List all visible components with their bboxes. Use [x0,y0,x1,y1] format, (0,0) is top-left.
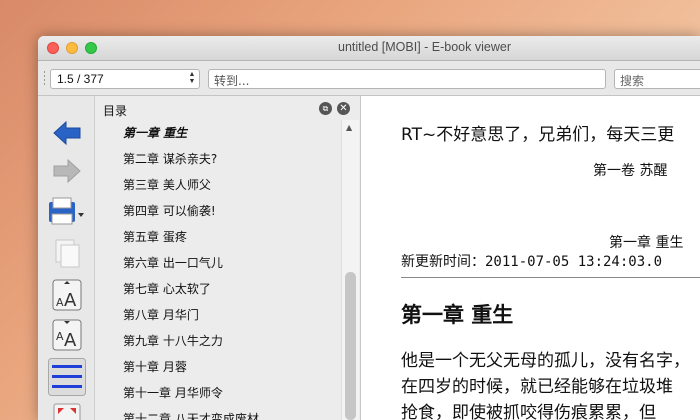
font-smaller-icon[interactable]: A A [50,318,84,352]
content-top-line: RT~不好意思了，兄弟们，每天三更 [401,125,675,145]
chapter-heading: 第一章 重生 [401,303,514,327]
close-panel-icon[interactable]: ✕ [337,102,350,115]
toc-list: 第一章 重生 第二章 谋杀亲夫? 第三章 美人师父 第四章 可以偷袭! 第五章 … [95,120,341,420]
copy-icon[interactable] [50,236,84,270]
toc-title: 目录 [103,104,128,118]
window-title: untitled [MOBI] - E-book viewer [338,40,511,54]
float-panel-icon[interactable]: ⧉ [319,102,332,115]
toc-panel: 目录 ⧉ ✕ 第一章 重生 第二章 谋杀亲夫? 第三章 美人师父 第四章 可以偷… [95,96,361,420]
toc-item[interactable]: 第七章 心太软了 [95,276,341,302]
title-bar: untitled [MOBI] - E-book viewer [38,36,700,61]
paragraph-line: 他是一个无父无母的孤儿，没有名字， [401,351,690,371]
toc-lines-icon[interactable] [48,358,86,396]
page-stepper-icon[interactable]: ▲ ▼ [186,71,198,87]
font-larger-icon[interactable]: A A [50,278,84,312]
page-number-value: 1.5 / 377 [57,72,104,86]
toc-item[interactable]: 第十二章 八天才变成废材 [95,406,341,420]
toc-item[interactable]: 第十一章 月华师令 [95,380,341,406]
svg-text:A: A [56,296,64,309]
toc-item[interactable]: 第五章 蛋疼 [95,224,341,250]
toolbar-grip-icon[interactable] [43,70,46,86]
update-time-line: 新更新时间：2011-07-05 13:24:03.0 [401,254,663,270]
toc-item[interactable]: 第一章 重生 [95,120,341,146]
scroll-up-icon[interactable]: ▲ [346,123,352,132]
divider [401,277,700,278]
back-arrow-icon[interactable] [50,116,84,150]
toc-item[interactable]: 第三章 美人师父 [95,172,341,198]
chapter-label: 第一章 重生 [609,235,684,251]
minimize-window-button[interactable] [66,42,78,54]
paragraph-line: 抢食，即使被抓咬得伤痕累累，但 [401,403,656,420]
toc-item[interactable]: 第四章 可以偷袭! [95,198,341,224]
paragraph-line: 在四岁的时候，就已经能够在垃圾堆 [401,377,673,397]
page-number-spinbox[interactable]: 1.5 / 377 ▲ ▼ [50,69,200,89]
print-icon[interactable] [46,196,86,230]
maximize-window-button[interactable] [85,42,97,54]
svg-text:A: A [56,330,64,343]
scrollbar-thumb[interactable] [345,272,356,420]
forward-arrow-icon[interactable] [50,154,84,188]
svg-text:A: A [64,330,77,351]
top-toolbar: 1.5 / 377 ▲ ▼ 转到... 搜索 [38,61,700,96]
left-toolbar: A A A A [38,96,95,420]
volume-title: 第一卷 苏醒 [593,163,668,179]
svg-text:A: A [64,290,77,311]
goto-input[interactable]: 转到... [208,69,606,89]
toc-item[interactable]: 第六章 出一口气儿 [95,250,341,276]
ebook-viewer-window: untitled [MOBI] - E-book viewer 1.5 / 37… [38,36,700,420]
toc-item[interactable]: 第九章 十八牛之力 [95,328,341,354]
fullscreen-icon[interactable] [50,402,84,420]
book-content: RT~不好意思了，兄弟们，每天三更 第一卷 苏醒 第一章 重生 新更新时间：20… [361,96,700,420]
toc-scrollbar[interactable]: ▲ [341,120,359,420]
search-input[interactable]: 搜索 [614,69,700,89]
toc-item[interactable]: 第二章 谋杀亲夫? [95,146,341,172]
close-window-button[interactable] [47,42,59,54]
toc-item[interactable]: 第十章 月蓉 [95,354,341,380]
toc-item[interactable]: 第八章 月华门 [95,302,341,328]
